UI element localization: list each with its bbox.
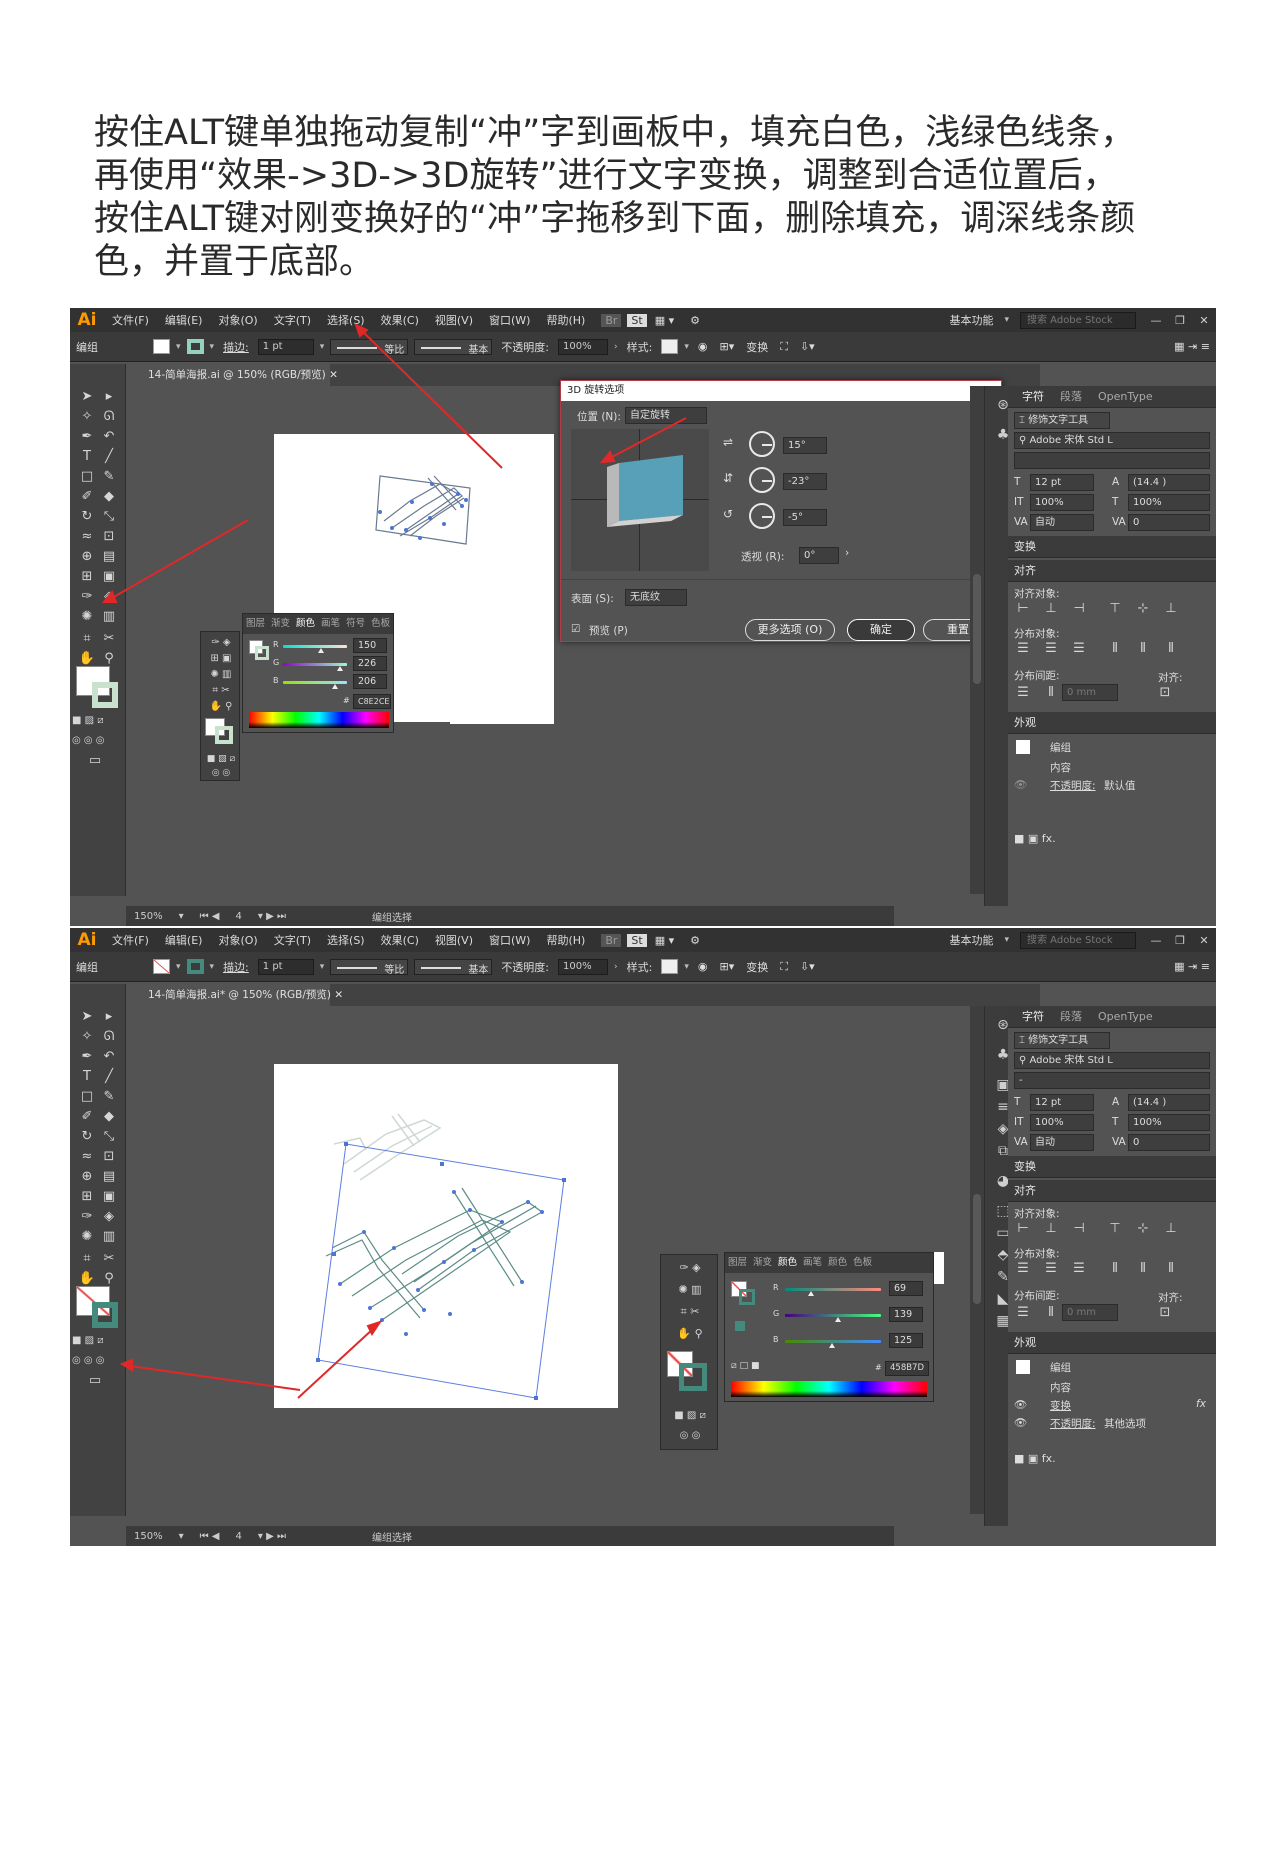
instruction-text: 按住ALT键单独拖动复制“冲”字到画板中，填充白色，浅绿色线条， 再使用“效果-… <box>94 112 1204 284</box>
annotation-arrows <box>101 323 687 603</box>
screenshot-step-1: Ai 文件(F) 编辑(E) 对象(O) 文字(T) 选择(S) 效果(C) 视… <box>70 308 1216 926</box>
screenshot-step-2: Ai 文件(F) 编辑(E) 对象(O) 文字(T) 选择(S) 效果(C) 视… <box>70 928 1216 1546</box>
annotation-arrows <box>119 1320 383 1399</box>
instruction-line: 色，并置于底部。 <box>94 242 375 282</box>
instruction-line: 按住ALT键对刚变换好的“冲”字拖移到下面，删除填充，调深线条颜 <box>94 199 1136 239</box>
instruction-line: 按住ALT键单独拖动复制“冲”字到画板中，填充白色，浅绿色线条， <box>94 113 1136 153</box>
instruction-line: 再使用“效果->3D->3D旋转”进行文字变换，调整到合适位置后， <box>94 156 1118 196</box>
